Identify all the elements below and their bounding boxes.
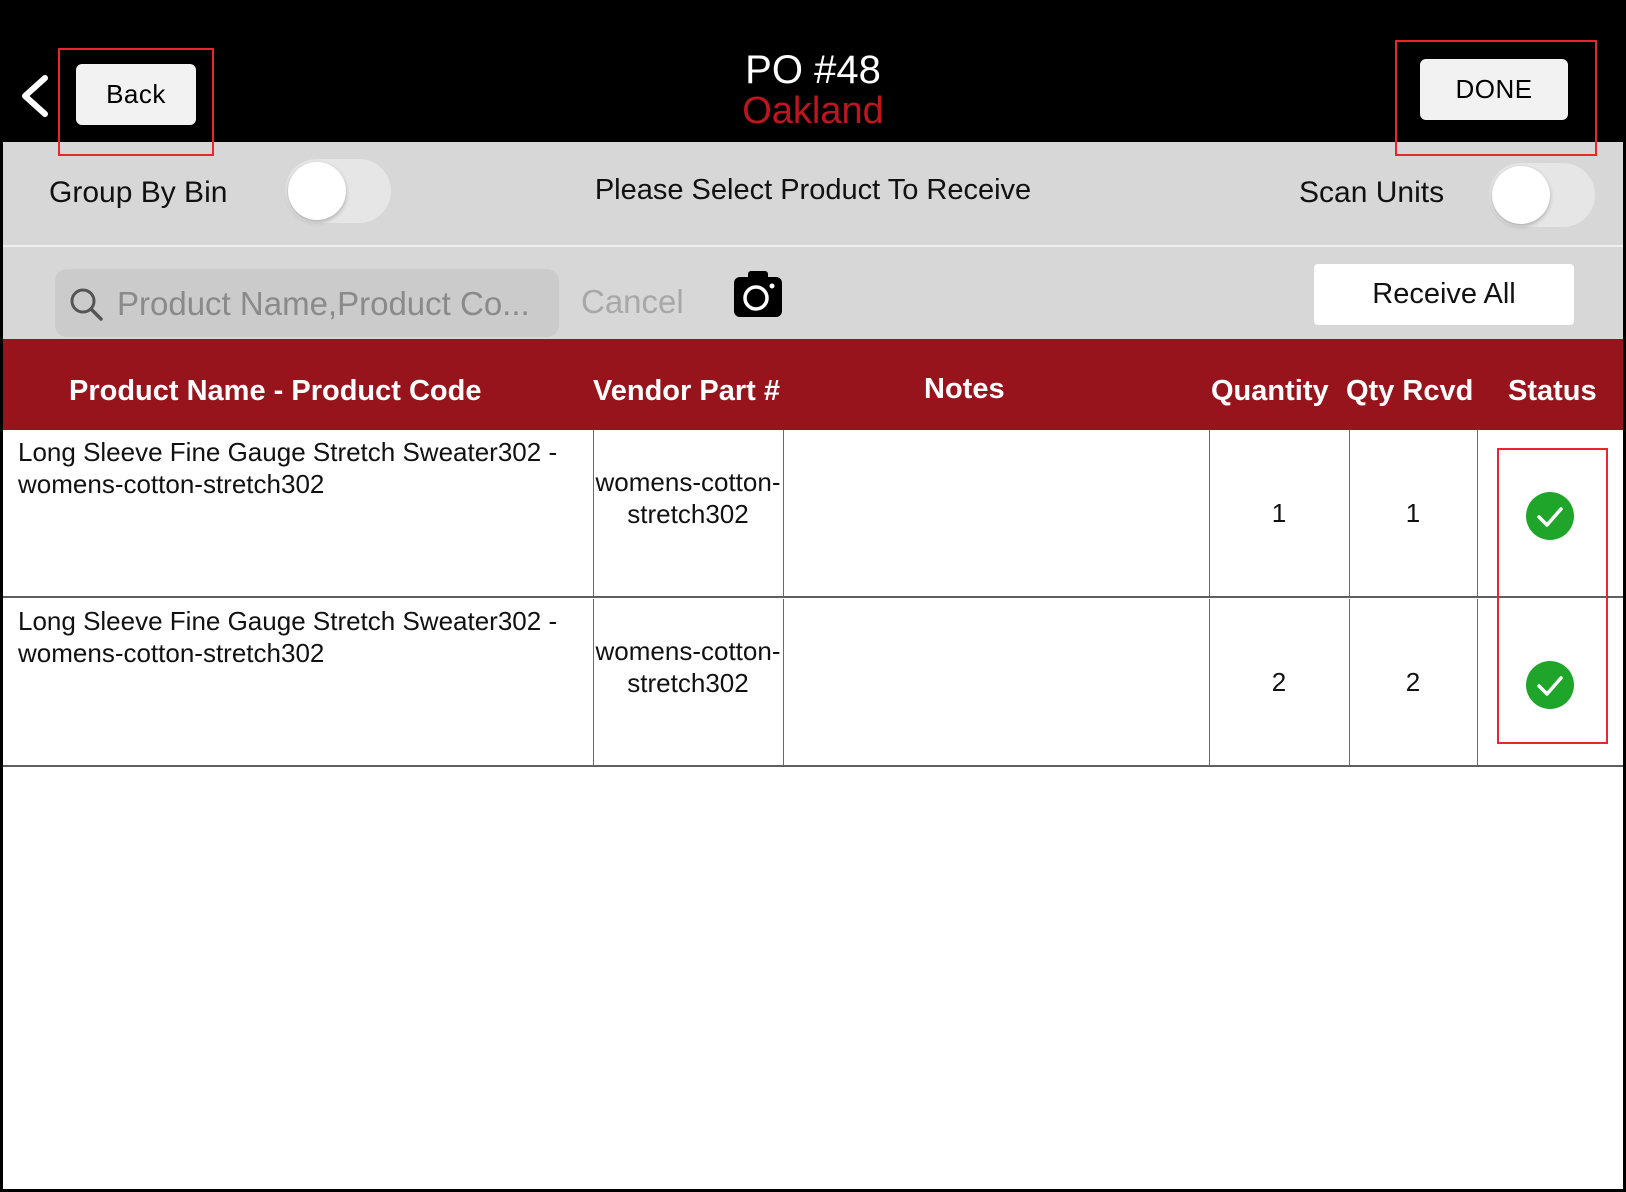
product-name-cell: Long Sleeve Fine Gauge Stretch Sweater30… xyxy=(18,606,558,668)
qty-rcvd-cell: 1 xyxy=(1405,498,1421,528)
table-row[interactable]: Long Sleeve Fine Gauge Stretch Sweater30… xyxy=(3,599,1623,767)
search-icon xyxy=(70,288,103,321)
column-header-status[interactable]: Status xyxy=(1508,375,1597,408)
receive-all-button[interactable]: Receive All xyxy=(1314,264,1574,325)
location-subtitle: Oakland xyxy=(742,90,884,132)
highlight-box-back xyxy=(58,48,214,156)
camera-icon[interactable] xyxy=(732,269,784,319)
vendor-part-cell: womens-cotton-stretch302 xyxy=(595,467,781,529)
search-input[interactable] xyxy=(115,281,555,327)
app-frame: Back PO #48 Oakland DONE Group By Bin Pl… xyxy=(3,0,1623,1189)
quantity-cell: 2 xyxy=(1271,667,1287,697)
table-header: Product Name - Product Code Vendor Part … xyxy=(3,339,1623,430)
navigation-bar: Back PO #48 Oakland DONE xyxy=(3,0,1623,142)
search-field[interactable] xyxy=(55,269,559,337)
column-divider xyxy=(783,599,784,765)
column-header-product[interactable]: Product Name - Product Code xyxy=(69,375,482,408)
column-divider xyxy=(1477,430,1478,596)
product-name-cell: Long Sleeve Fine Gauge Stretch Sweater30… xyxy=(18,437,558,499)
vendor-part-cell: womens-cotton-stretch302 xyxy=(595,636,781,698)
column-divider xyxy=(783,430,784,596)
scan-units-label: Scan Units xyxy=(1299,176,1445,209)
highlight-box-status xyxy=(1497,448,1608,744)
table-row[interactable]: Long Sleeve Fine Gauge Stretch Sweater30… xyxy=(3,430,1623,598)
scan-units-toggle[interactable] xyxy=(1489,163,1595,227)
search-bar: Cancel Receive All xyxy=(3,247,1623,339)
toggle-knob xyxy=(1492,166,1550,224)
highlight-box-done xyxy=(1395,40,1597,156)
options-bar: Group By Bin Please Select Product To Re… xyxy=(3,142,1623,247)
column-header-qty-rcvd[interactable]: Qty Rcvd xyxy=(1346,375,1473,408)
qty-rcvd-cell: 2 xyxy=(1405,667,1421,697)
column-header-notes[interactable]: Notes xyxy=(924,373,1005,406)
cancel-button[interactable]: Cancel xyxy=(581,283,684,321)
column-header-quantity[interactable]: Quantity xyxy=(1211,375,1329,408)
column-header-vendor-part[interactable]: Vendor Part # xyxy=(593,375,780,408)
page-title: PO #48 xyxy=(745,48,881,92)
column-divider xyxy=(1477,599,1478,765)
quantity-cell: 1 xyxy=(1271,498,1287,528)
